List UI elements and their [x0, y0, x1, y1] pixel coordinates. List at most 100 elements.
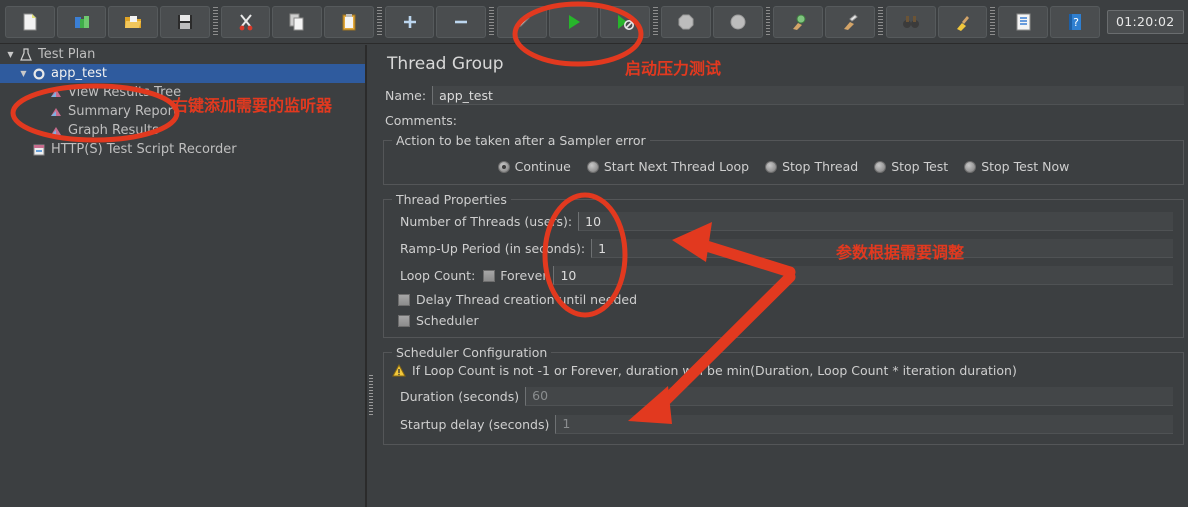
sampler-error-legend: Action to be taken after a Sampler error: [392, 133, 650, 148]
radio-dot-icon[interactable]: [586, 160, 599, 173]
radio-label: Stop Thread: [782, 159, 859, 174]
tree-node-label: Test Plan: [38, 47, 96, 62]
start-button[interactable]: [548, 5, 599, 38]
tree-node-graph-results[interactable]: Graph Results: [0, 121, 365, 140]
function-helper-button[interactable]: [998, 5, 1048, 38]
copy-button[interactable]: [272, 5, 323, 38]
radio-label: Continue: [514, 159, 571, 174]
ramp-up-input[interactable]: 1: [591, 239, 1173, 258]
play-green-icon: [568, 14, 580, 29]
scheduler-row[interactable]: Scheduler: [390, 310, 1177, 331]
radio-stop-thread[interactable]: Stop Thread: [765, 159, 858, 174]
help-book-icon: ?: [1068, 13, 1081, 30]
startup-delay-input[interactable]: 1: [555, 414, 1173, 434]
radio-dot-icon[interactable]: [874, 160, 887, 173]
thread-properties-legend: Thread Properties: [392, 192, 511, 207]
scheduler-label: Scheduler: [416, 313, 479, 328]
startup-delay-row: Startup delay (seconds) 1: [390, 410, 1177, 438]
radio-start-next-thread-loop[interactable]: Start Next Thread Loop: [586, 159, 750, 174]
save-button[interactable]: [160, 5, 210, 38]
plus-icon: [403, 15, 416, 28]
stop-button[interactable]: [661, 5, 711, 38]
duration-label: Duration (seconds): [400, 388, 520, 404]
templates-button[interactable]: [56, 5, 107, 38]
radio-stop-test-now[interactable]: Stop Test Now: [964, 159, 1069, 174]
shutdown-button[interactable]: [712, 5, 763, 38]
radio-label: Start Next Thread Loop: [603, 159, 750, 174]
thread-group-panel: Thread Group Name: app_test Comments: Ac…: [375, 45, 1188, 507]
forever-checkbox[interactable]: [483, 269, 496, 282]
reset-search-button[interactable]: [937, 5, 988, 38]
test-plan-tree[interactable]: ▼ Test Plan ▼ app_test View Results Tree: [0, 45, 366, 507]
radio-continue[interactable]: Continue: [497, 159, 571, 174]
name-label: Name:: [385, 88, 427, 103]
radio-dot-icon[interactable]: [964, 160, 977, 173]
thread-properties-group: Thread Properties Number of Threads (use…: [383, 192, 1184, 338]
radio-stop-test[interactable]: Stop Test: [874, 159, 948, 174]
open-button[interactable]: [108, 5, 159, 38]
sampler-error-options: Continue Start Next Thread Loop Stop Thr…: [390, 153, 1177, 178]
radio-dot-icon[interactable]: [497, 160, 510, 173]
clear-button[interactable]: [773, 5, 824, 38]
radio-dot-icon[interactable]: [765, 160, 778, 173]
tree-node-view-results-tree[interactable]: View Results Tree: [0, 83, 365, 102]
twisty-icon[interactable]: ▼: [17, 69, 30, 78]
tree-node-label: HTTP(S) Test Script Recorder: [51, 142, 237, 157]
start-no-pause-button[interactable]: [600, 5, 651, 38]
scheduler-configuration-group: Scheduler Configuration If Loop Count is…: [383, 345, 1184, 445]
search-button[interactable]: [885, 5, 936, 38]
listener-icon: [47, 124, 65, 138]
broom-yellow-icon: [957, 15, 970, 31]
panel-splitter[interactable]: [366, 45, 374, 507]
elapsed-timer: 01:20:02: [1106, 9, 1185, 34]
duration-input[interactable]: 60: [525, 386, 1173, 406]
tree-node-label: Summary Report: [68, 104, 179, 119]
binoculars-icon: [902, 15, 919, 28]
cut-button[interactable]: [220, 5, 271, 38]
toggle-button[interactable]: [497, 5, 547, 38]
num-threads-input[interactable]: 10: [578, 212, 1173, 231]
play-no-pause-icon: [618, 14, 635, 30]
clear-all-broom-icon: [844, 13, 858, 30]
clear-broom-icon: [793, 14, 806, 30]
thread-group-icon: [30, 67, 48, 81]
num-threads-label: Number of Threads (users):: [400, 214, 573, 229]
listener-icon: [47, 105, 65, 119]
toolbar-separator: [653, 6, 659, 37]
toolbar-separator: [990, 6, 996, 37]
delay-thread-creation-row[interactable]: Delay Thread creation until needed: [390, 289, 1177, 310]
collapse-button[interactable]: [436, 5, 487, 38]
help-button[interactable]: ?: [1049, 5, 1100, 38]
num-threads-row: Number of Threads (users): 10: [390, 208, 1177, 235]
forever-label: Forever: [500, 268, 548, 283]
name-row: Name: app_test: [375, 83, 1188, 108]
expand-button[interactable]: [384, 5, 435, 38]
delay-thread-creation-label: Delay Thread creation until needed: [416, 292, 638, 307]
tree-node-app-test[interactable]: ▼ app_test: [0, 64, 365, 83]
loop-count-input[interactable]: 10: [553, 266, 1173, 285]
ramp-up-label: Ramp-Up Period (in seconds):: [400, 241, 586, 256]
tree-node-http-test-script-recorder[interactable]: HTTP(S) Test Script Recorder: [0, 140, 365, 159]
toolbar-separator: [376, 6, 382, 37]
recorder-icon: [30, 143, 48, 157]
loop-count-row: Loop Count: Forever 10: [390, 262, 1177, 289]
duration-row: Duration (seconds) 60: [390, 382, 1177, 410]
delay-thread-creation-checkbox[interactable]: [398, 293, 410, 306]
new-file-icon: [23, 13, 37, 30]
name-input[interactable]: app_test: [432, 86, 1184, 105]
twisty-icon[interactable]: ▼: [4, 50, 17, 59]
clear-all-button[interactable]: [825, 5, 875, 38]
new-button[interactable]: [5, 5, 55, 38]
page-title: Thread Group: [387, 54, 504, 74]
comments-row: Comments:: [375, 108, 1188, 132]
comments-input[interactable]: [463, 111, 1184, 130]
tree-node-label: View Results Tree: [68, 85, 182, 100]
svg-text:?: ?: [1073, 16, 1079, 29]
splitter-grip[interactable]: [369, 375, 373, 417]
tree-node-test-plan[interactable]: ▼ Test Plan: [0, 45, 365, 64]
paste-button[interactable]: [324, 5, 374, 38]
tree-node-summary-report[interactable]: Summary Report: [0, 102, 365, 121]
scheduler-checkbox[interactable]: [398, 314, 410, 327]
open-folder-icon: [125, 15, 142, 28]
list-notes-icon: [1016, 13, 1031, 30]
